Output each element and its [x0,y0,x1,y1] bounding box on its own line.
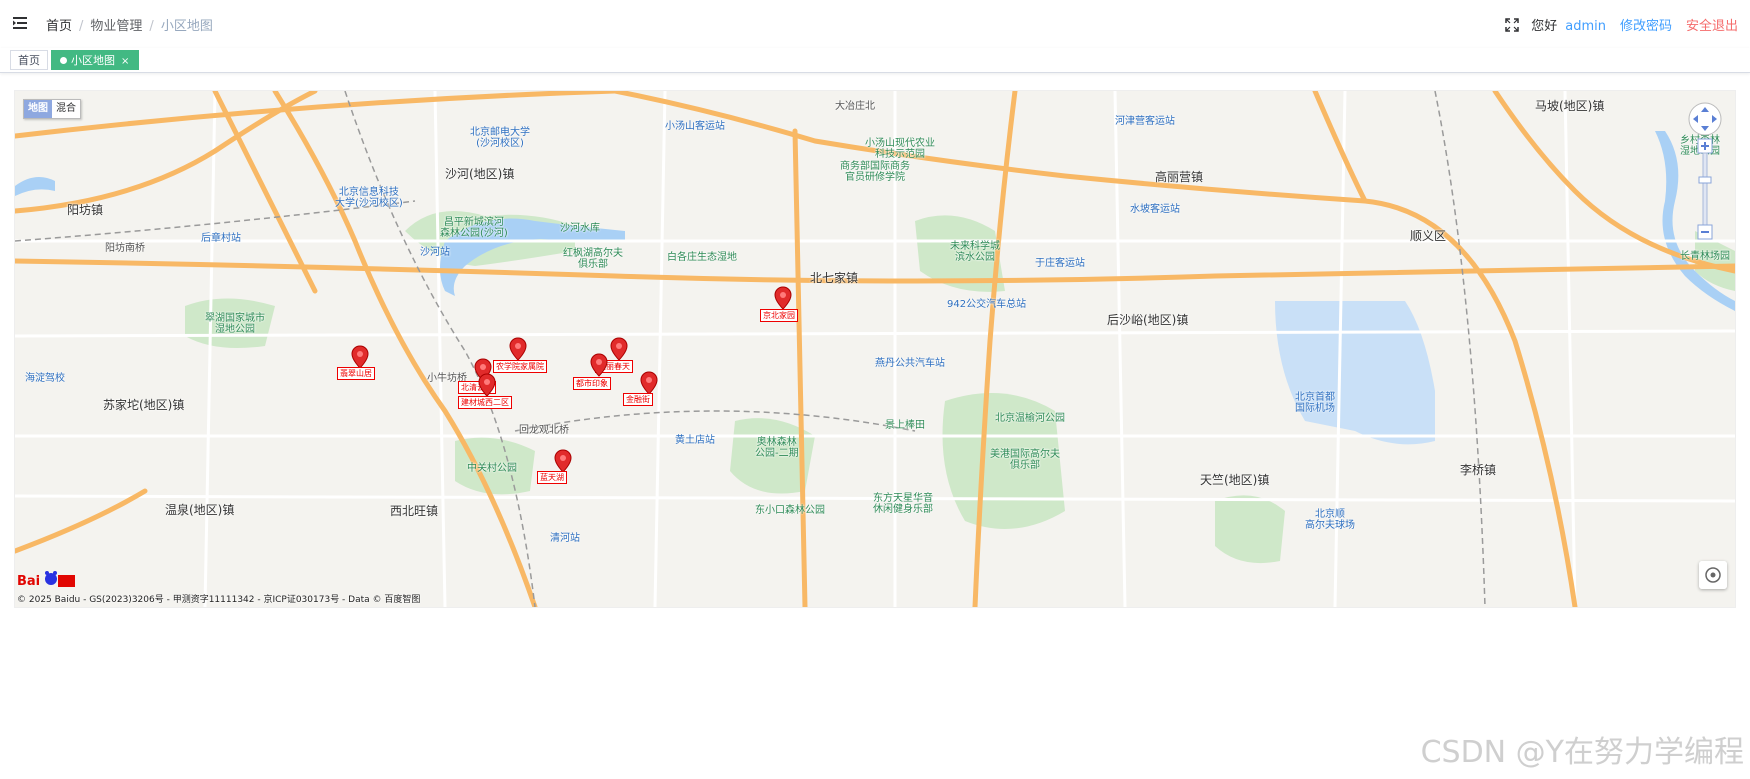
map-label-bupt: 北京邮电大学 (沙河校区) [470,127,530,149]
map-label-xiaotangshan-bus: 小汤山客运站 [665,121,725,132]
marker-label[interactable]: 都市印象 [573,377,611,390]
map-label-cuihu: 翠湖国家城市 湿地公园 [205,313,265,335]
marker-label[interactable]: 农学院家属院 [493,360,547,373]
map-label-wenyuhe: 北京温榆河公园 [995,413,1065,424]
map-label-shuipo: 水坡客运站 [1130,204,1180,215]
map-label-bus942: 942公交汽车总站 [947,299,1027,310]
map-label-yangfangnan: 阳坊南桥 [105,243,145,254]
map-label-dongxiaokou: 东小口森林公园 [755,505,825,516]
map-pin-icon[interactable] [590,353,608,377]
hamburger-icon[interactable] [12,15,28,31]
locate-icon[interactable] [1699,561,1727,589]
breadcrumb-property[interactable]: 物业管理 [90,19,142,34]
map-label-bistu: 北京信息科技 大学(沙河校区) [335,187,403,209]
map-label-qinghe-station: 清河站 [550,533,580,544]
greeting-text: 您好 [1531,19,1558,34]
map-label-mapo: 马坡(地区)镇 [1535,99,1605,113]
csdn-watermark: CSDN @Y在努力学编程 [1420,735,1744,770]
map-label-wenquan: 温泉(地区)镇 [165,503,235,517]
marker-label[interactable]: 建材城西二区 [458,396,512,409]
map-label-xibeiwang: 西北旺镇 [390,504,439,518]
map-pin-icon[interactable] [774,286,792,310]
map-label-beiqijia: 北七家镇 [810,271,859,285]
map-type-normal[interactable]: 地图 [24,100,52,118]
map-pin-icon[interactable] [509,337,527,361]
marker-label[interactable]: 京北家园 [760,309,798,322]
marker-label[interactable]: 蓝天湖 [537,471,567,484]
map-label-airport: 北京首都 国际机场 [1295,392,1335,414]
map-label-shahe-station: 沙河站 [420,247,450,258]
map-label-zhongguancun: 中关村公园 [467,463,517,474]
svg-text:Bai: Bai [17,574,40,589]
marker-label[interactable]: 金融街 [623,393,653,406]
breadcrumb-current: 小区地图 [160,19,213,34]
map-type-hybrid[interactable]: 混合 [52,100,80,118]
map-label-sujiatuo: 苏家坨(地区)镇 [103,398,185,412]
breadcrumb: 首页 / 物业管理 / 小区地图 [46,15,213,34]
map-label-dongfang: 东方天星华音 休闲健身乐部 [873,493,933,515]
map-label-liqiao: 李桥镇 [1460,463,1497,477]
map-pin-icon[interactable] [640,371,658,395]
close-icon[interactable]: × [121,56,129,67]
map-navigation-control[interactable] [1685,99,1725,259]
community-map[interactable]: 北京邮电大学 (沙河校区) 沙河(地区)镇 北京信息科技 大学(沙河校区) 阳坊… [14,90,1736,608]
breadcrumb-home[interactable]: 首页 [46,19,72,34]
top-navbar: 首页 / 物业管理 / 小区地图 您好 admin 修改密码 安全退出 [0,0,1750,49]
username-link[interactable]: admin [1565,19,1606,34]
map-label-haidian-driving: 海淀驾校 [25,373,65,384]
map-label-houzhang: 后章村站 [201,233,241,244]
map-label-changping-park: 昌平新城滨河 森林公园(沙河) [440,217,508,239]
map-label-hongfeng: 红枫湖高尔夫 俱乐部 [563,248,623,270]
map-label-xiaotangshan-agri: 小汤山现代农业 科技示范园 [865,138,935,160]
map-type-switch: 地图 混合 [23,99,81,119]
map-label-weilai-park: 未来科学城 滨水公园 [950,241,1000,263]
map-label-dayuanzhuang: 大冶庄北 [835,101,875,112]
map-pin-icon[interactable] [478,373,496,397]
fullscreen-icon[interactable] [1505,18,1519,32]
map-copyright: © 2025 Baidu - GS(2023)3206号 - 甲测资字11111… [17,595,421,605]
map-label-huilongguan: 回龙观北桥 [519,425,569,436]
map-label-yuzhuang: 于庄客运站 [1035,258,1085,269]
map-label-hejinying: 河津营客运站 [1115,116,1175,127]
user-area: 您好 admin 修改密码 安全退出 [1505,15,1738,34]
breadcrumb-separator: / [79,19,84,34]
map-label-shahe-reservoir: 沙河水库 [560,223,600,234]
map-pin-icon[interactable] [554,449,572,473]
map-label-olympic-park: 奥林森林 公园-二期 [755,437,799,459]
map-label-tianzhu: 天竺(地区)镇 [1200,473,1270,487]
map-label-yandan: 燕丹公共汽车站 [875,358,945,369]
map-label-golf: 北京顺 高尔夫球场 [1305,509,1355,531]
map-label-meigang: 美港国际高尔夫 俱乐部 [990,449,1060,471]
map-label-yangfang: 阳坊镇 [67,203,104,217]
tags-view: 首页 小区地图 × [0,48,1750,73]
change-password-link[interactable]: 修改密码 [1620,19,1672,34]
map-pin-icon[interactable] [610,337,628,361]
map-label-houshayu: 后沙峪(地区)镇 [1107,313,1189,327]
map-label-baigezhuang: 白各庄生态湿地 [667,252,737,263]
active-dot [60,57,67,64]
tag-community-map[interactable]: 小区地图 × [51,50,140,70]
marker-label[interactable]: 翡翠山居 [337,367,375,380]
breadcrumb-separator: / [149,19,154,34]
tag-home[interactable]: 首页 [10,50,48,70]
map-label-shahe-town: 沙河(地区)镇 [445,167,515,181]
map-label-mofcom: 商务部国际商务 官员研修学院 [840,161,910,183]
map-label-jingshang: 景上棒田 [885,420,925,431]
map-label-gaoliying: 高丽营镇 [1155,170,1204,184]
map-label-huangtudian: 黄土店站 [675,435,715,446]
map-pin-icon[interactable] [351,345,369,369]
tag-community-map-label: 小区地图 [71,54,115,67]
logout-link[interactable]: 安全退出 [1686,19,1738,34]
baidu-logo: Bai [17,571,75,589]
map-label-shunyi: 顺义区 [1410,229,1447,243]
